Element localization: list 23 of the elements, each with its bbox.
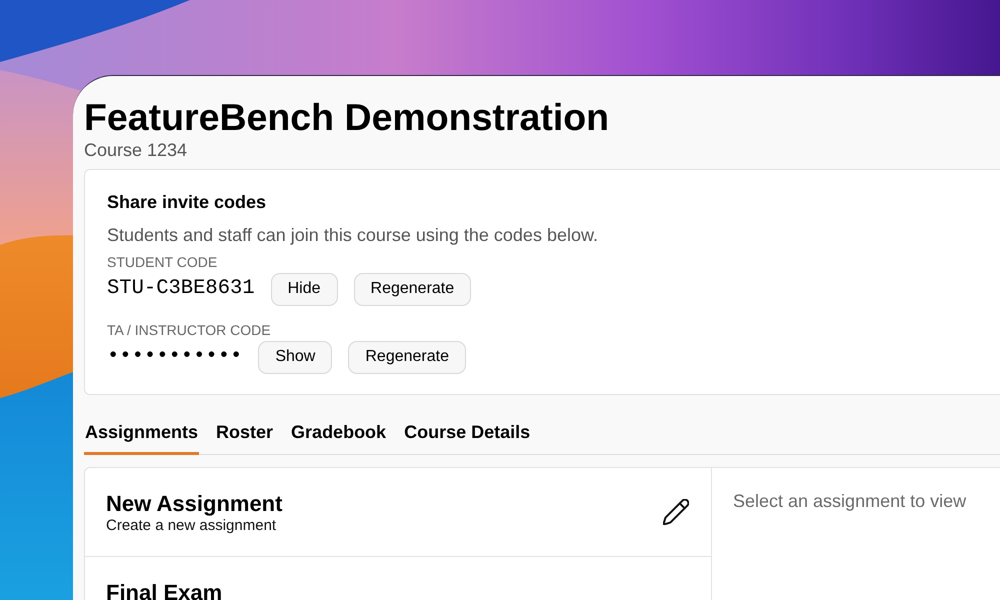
assignment-title: Final Exam: [106, 580, 222, 600]
code-label: STUDENT CODE: [107, 254, 218, 270]
card-description: Students and staff can join this course using the codes below.: [107, 224, 598, 246]
tab[interactable]: Gradebook: [290, 421, 388, 455]
assignment-row[interactable]: Final Exam: [85, 557, 711, 600]
code-label: TA / INSTRUCTOR CODE: [107, 322, 271, 338]
tab[interactable]: Assignments: [84, 421, 200, 455]
regenerate-button[interactable]: Regenerate: [348, 340, 466, 374]
tab[interactable]: Course Details: [403, 421, 532, 455]
tab[interactable]: Roster: [215, 421, 274, 455]
pencil-icon[interactable]: [663, 499, 689, 525]
card-heading: Share invite codes: [107, 191, 266, 214]
invite-code: STU-C3BE8631: [107, 276, 255, 302]
invite-code: •••••••••••: [107, 344, 242, 370]
empty-state-message: Select an assignment to view: [733, 490, 968, 512]
course-number: Course 1234: [84, 139, 188, 161]
assignment-row[interactable]: New Assignment Create a new assignment: [85, 468, 711, 557]
course-title: FeatureBench Demonstration: [84, 95, 610, 139]
assignment-description: Create a new assignment: [106, 517, 276, 535]
assignment-title: New Assignment: [106, 491, 282, 517]
toggle-visibility-button[interactable]: Show: [258, 340, 332, 374]
toggle-visibility-button[interactable]: Hide: [270, 272, 338, 306]
regenerate-button[interactable]: Regenerate: [354, 272, 472, 306]
